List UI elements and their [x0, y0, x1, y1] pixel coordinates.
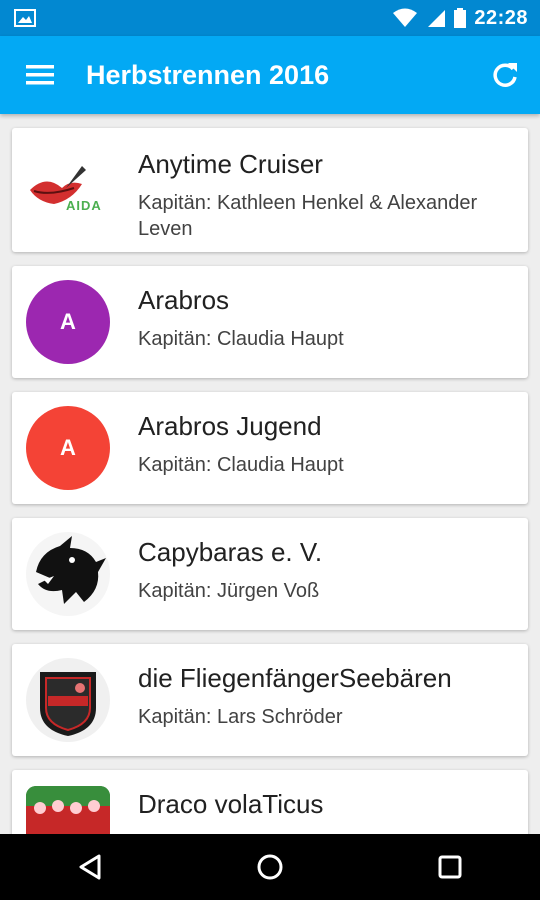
recents-button[interactable] [420, 837, 480, 897]
status-time: 22:28 [474, 6, 528, 29]
team-avatar: A [26, 406, 110, 490]
team-card[interactable]: Draco volaTicus [12, 770, 528, 834]
avatar-letter: A [60, 309, 76, 334]
team-captain: Kapitän: Claudia Haupt [138, 454, 344, 476]
aida-lips-logo [30, 166, 86, 204]
team-logo-aida: AIDA [26, 146, 110, 230]
team-list[interactable]: AIDA Anytime Cruiser Kapitän: Kathleen H… [0, 114, 540, 834]
team-captain: Kapitän: Lars Schröder [138, 706, 343, 728]
team-logo-dragon [26, 532, 110, 616]
team-name: Draco volaTicus [138, 789, 324, 819]
team-card[interactable]: die FliegenfängerSeebären Kapitän: Lars … [12, 644, 528, 756]
team-card[interactable]: A Arabros Jugend Kapitän: Claudia Haupt [12, 392, 528, 504]
team-card[interactable]: AIDA Anytime Cruiser Kapitän: Kathleen H… [12, 128, 528, 252]
team-captain: Kapitän: Kathleen Henkel & Alexander Lev… [138, 192, 478, 240]
back-icon [79, 854, 101, 880]
system-nav-bar [0, 834, 540, 900]
dragon-icon [36, 536, 106, 604]
team-logo-photo [26, 786, 110, 834]
signal-icon [428, 10, 446, 27]
refresh-icon[interactable] [490, 60, 520, 90]
team-logo-shield [26, 658, 110, 742]
back-button[interactable] [60, 837, 120, 897]
status-bar: 22:28 [0, 0, 540, 36]
team-photo-icon [26, 786, 110, 834]
recents-icon [438, 855, 462, 879]
shield-icon [40, 672, 96, 736]
team-name: Capybaras e. V. [138, 537, 323, 567]
team-name: Anytime Cruiser [138, 149, 323, 179]
aida-logo-text: AIDA [66, 198, 102, 213]
home-icon [257, 854, 283, 880]
app-bar: Herbstrennen 2016 [0, 36, 540, 114]
team-captain: Kapitän: Claudia Haupt [138, 328, 344, 350]
menu-icon[interactable] [26, 63, 54, 87]
home-button[interactable] [240, 837, 300, 897]
wifi-icon [393, 8, 418, 27]
team-name: Arabros Jugend [138, 411, 322, 441]
team-card[interactable]: A Arabros Kapitän: Claudia Haupt [12, 266, 528, 378]
page-title: Herbstrennen 2016 [86, 60, 330, 90]
team-captain: Kapitän: Jürgen Voß [138, 580, 320, 602]
team-card[interactable]: Capybaras e. V. Kapitän: Jürgen Voß [12, 518, 528, 630]
team-name: Arabros [138, 285, 230, 315]
team-avatar: A [26, 280, 110, 364]
image-notification-icon [14, 9, 36, 27]
battery-icon [454, 8, 467, 28]
team-name: die FliegenfängerSeebären [138, 663, 452, 693]
avatar-letter: A [60, 435, 76, 460]
